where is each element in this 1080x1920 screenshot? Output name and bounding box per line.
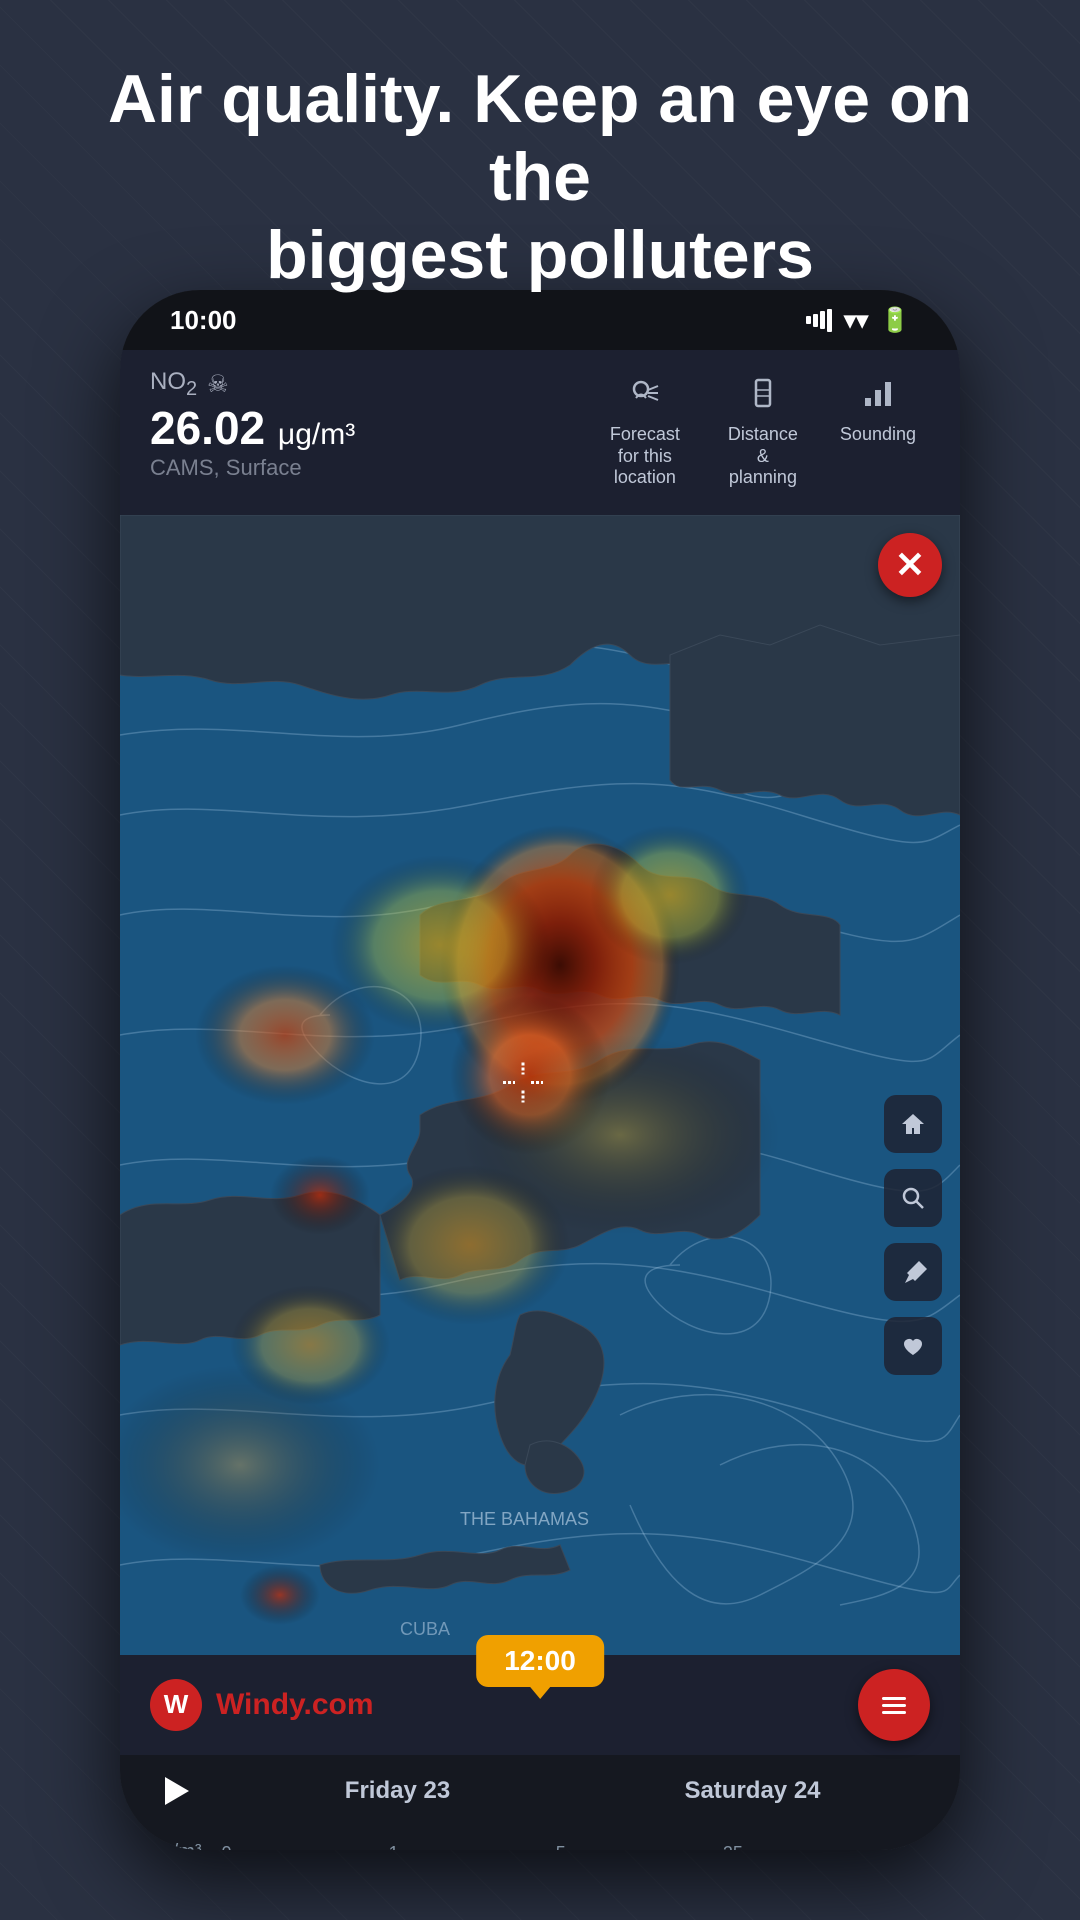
day1-label: Friday 23 bbox=[220, 1777, 575, 1805]
search-button[interactable] bbox=[884, 1169, 942, 1227]
measurement-info: NO2 ☠ 26.02 μg/m³ CAMS, Surface bbox=[150, 368, 590, 481]
svg-text:CUBA: CUBA bbox=[400, 1619, 450, 1639]
map-crosshair bbox=[493, 1052, 553, 1117]
legend-val-5: 5 bbox=[556, 1843, 566, 1850]
pin-button[interactable] bbox=[884, 1243, 942, 1301]
sounding-button[interactable]: Sounding bbox=[826, 368, 930, 454]
play-button[interactable] bbox=[150, 1766, 200, 1816]
forecast-icon bbox=[628, 376, 662, 418]
day2-label: Saturday 24 bbox=[575, 1777, 930, 1805]
forecast-button[interactable]: Forecast for this location bbox=[590, 368, 700, 497]
measurement-value: 26.02 μg/m³ bbox=[150, 405, 590, 451]
legend-bar: μg/m³ 0 1 5 25 100 bbox=[120, 1827, 960, 1850]
pollutant-subscript: 2 bbox=[186, 378, 197, 400]
sounding-label: Sounding bbox=[840, 424, 916, 446]
header-action-buttons: Forecast for this location Distance & pl… bbox=[590, 368, 930, 497]
sounding-icon bbox=[861, 376, 895, 418]
close-button[interactable]: ✕ bbox=[878, 533, 942, 597]
legend-val-25: 25 bbox=[723, 1843, 743, 1850]
phone-frame: 10:00 ▾▾ 🔋 NO2 ☠ 26.02 μg/m³ bbox=[120, 290, 960, 1850]
windy-name: Windy bbox=[216, 1688, 304, 1721]
windy-logo-circle: W bbox=[150, 1679, 202, 1731]
timeline-days: Friday 23 Saturday 24 bbox=[220, 1777, 930, 1805]
app-header: NO2 ☠ 26.02 μg/m³ CAMS, Surface For bbox=[120, 350, 960, 515]
skull-icon: ☠ bbox=[207, 370, 229, 399]
value-number: 26.02 bbox=[150, 402, 265, 454]
time: 10:00 bbox=[170, 305, 237, 336]
value-unit: μg/m³ bbox=[278, 418, 355, 451]
status-icons: ▾▾ 🔋 bbox=[806, 306, 910, 335]
wifi-icon: ▾▾ bbox=[844, 306, 868, 335]
playback-controls: Friday 23 Saturday 24 bbox=[120, 1755, 960, 1827]
current-time-bubble: 12:00 bbox=[476, 1635, 604, 1687]
page-headline: Air quality. Keep an eye on the biggest … bbox=[0, 60, 1080, 295]
distance-label: Distance & planning bbox=[722, 424, 804, 489]
windy-logo: W Windy.com bbox=[150, 1679, 374, 1731]
legend-labels: 0 1 5 25 100 bbox=[222, 1843, 930, 1850]
headline-line2: biggest polluters bbox=[266, 217, 814, 293]
map-view[interactable]: THE BAHAMAS CUBA DOMINICAN REPUBLIC ✕ bbox=[120, 515, 960, 1655]
legend-val-0: 0 bbox=[222, 1843, 232, 1850]
map-side-buttons bbox=[884, 1095, 942, 1375]
status-bar: 10:00 ▾▾ 🔋 bbox=[120, 290, 960, 350]
windy-dot: .com bbox=[304, 1688, 374, 1721]
headline-line1: Air quality. Keep an eye on the bbox=[108, 61, 972, 215]
svg-text:THE BAHAMAS: THE BAHAMAS bbox=[460, 1509, 589, 1529]
close-icon: ✕ bbox=[895, 544, 925, 586]
pollutant-label: NO2 ☠ bbox=[150, 368, 590, 401]
battery-icon: 🔋 bbox=[880, 306, 910, 335]
distance-icon bbox=[746, 376, 780, 418]
measurement-source: CAMS, Surface bbox=[150, 455, 590, 481]
signal-icon bbox=[806, 309, 832, 332]
time-display: 12:00 bbox=[504, 1645, 576, 1676]
windy-logo-letter: W bbox=[164, 1689, 189, 1720]
legend-container: 0 1 5 25 100 bbox=[222, 1841, 930, 1850]
pollutant-name: NO2 bbox=[150, 368, 197, 401]
windy-brand-text: Windy.com bbox=[216, 1688, 374, 1722]
legend-val-1: 1 bbox=[389, 1843, 399, 1850]
home-button[interactable] bbox=[884, 1095, 942, 1153]
forecast-label: Forecast for this location bbox=[604, 424, 686, 489]
menu-button[interactable] bbox=[858, 1669, 930, 1741]
favorite-button[interactable] bbox=[884, 1317, 942, 1375]
bottom-bar: W Windy.com 12:00 bbox=[120, 1655, 960, 1755]
distance-button[interactable]: Distance & planning bbox=[708, 368, 818, 497]
